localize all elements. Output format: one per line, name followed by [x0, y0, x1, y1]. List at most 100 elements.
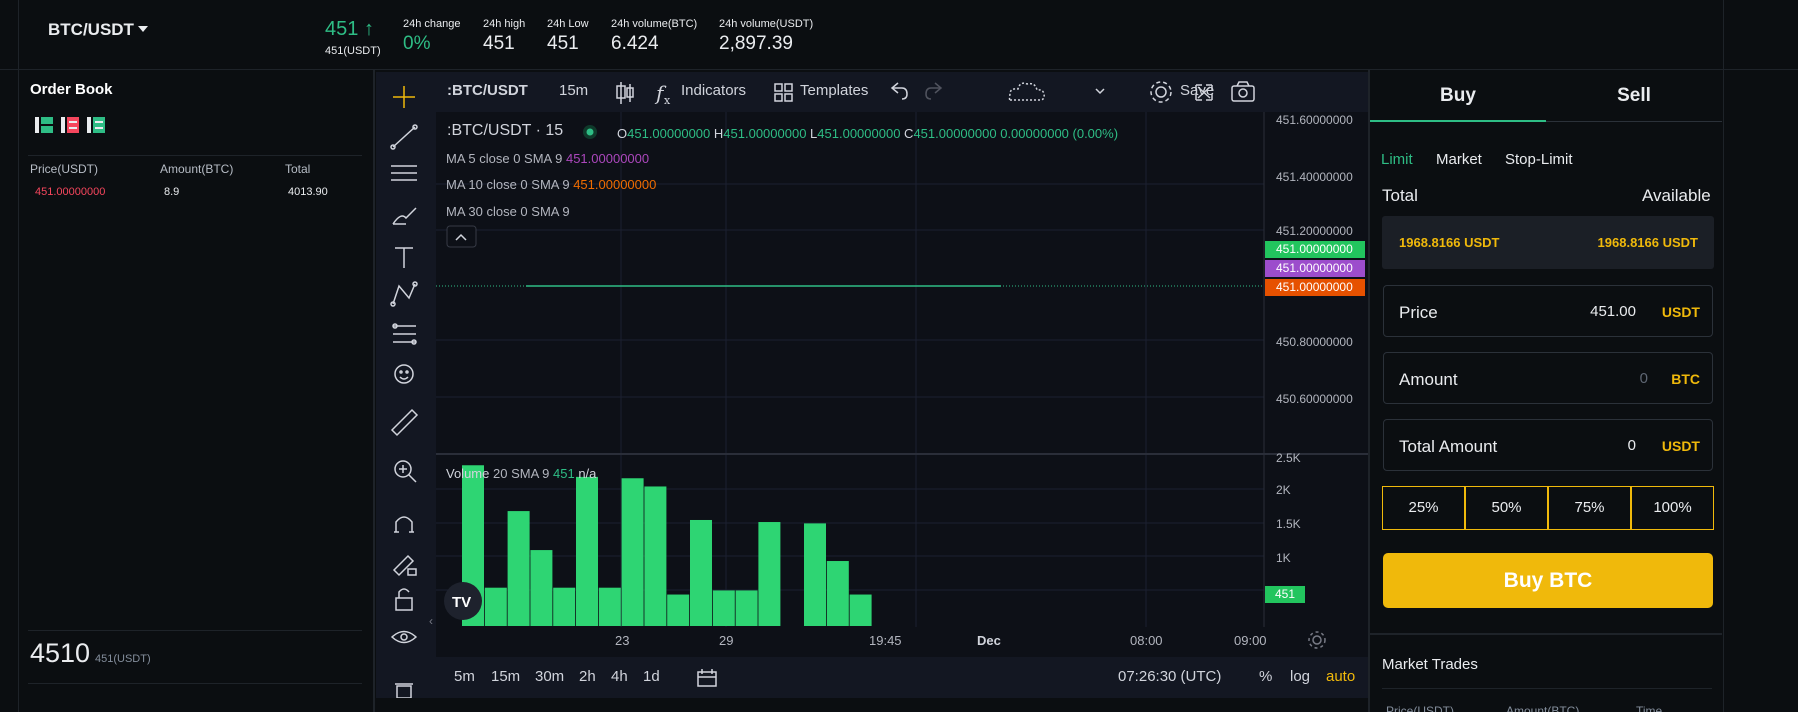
timeframe-4h[interactable]: 4h — [611, 668, 628, 685]
order-type-limit[interactable]: Limit — [1381, 151, 1413, 168]
volume-axis-label: 1K — [1276, 551, 1291, 565]
stat-label: 24h high — [483, 18, 526, 30]
buy-btc-button[interactable]: Buy BTC — [1383, 553, 1713, 608]
ohlc-high: 451.00000000 — [723, 126, 807, 141]
volume-bar — [758, 522, 781, 626]
last-price: 451 ↑ — [325, 18, 374, 41]
log-toggle[interactable]: log — [1290, 668, 1310, 685]
pair-label: BTC/USDT — [48, 20, 134, 39]
ohlc-close: 451.00000000 — [913, 126, 997, 141]
total-amount-input[interactable]: 0 — [1628, 437, 1636, 454]
price-axis-label: 450.60000000 — [1276, 392, 1353, 406]
time-axis-label: Dec — [977, 633, 1001, 648]
price-axis-bg[interactable] — [1264, 112, 1368, 627]
stat-value: 451 — [483, 33, 515, 54]
bottom-toolbar-bg — [436, 657, 1368, 698]
total-label: Total — [1382, 186, 1418, 205]
amount-unit: BTC — [1671, 371, 1700, 387]
timeframe-15m[interactable]: 15m — [491, 668, 520, 685]
chart-interval[interactable]: 15m — [559, 82, 588, 99]
ohlc-legend: O451.00000000 H451.00000000 L451.0000000… — [617, 126, 1119, 141]
market-trades-title: Market Trades — [1382, 656, 1478, 673]
ma-label: MA 10 close 0 SMA 9 — [446, 177, 570, 192]
order-type-stop-limit[interactable]: Stop-Limit — [1505, 151, 1573, 168]
balance-box: 1968.8166 USDT 1968.8166 USDT — [1382, 216, 1714, 269]
ohlc-open: 451.00000000 — [627, 126, 711, 141]
svg-text:x: x — [664, 94, 671, 107]
market-trades-col-time: Time — [1636, 704, 1663, 712]
pair-selector[interactable]: BTC/USDT — [48, 20, 148, 40]
percent-25-button[interactable]: 25% — [1382, 486, 1465, 530]
last-price-value: 451 — [325, 18, 359, 40]
last-price-sub: 451(USDT) — [325, 45, 381, 57]
orderbook-sell-icon[interactable] — [61, 115, 81, 135]
tab-buy[interactable]: Buy — [1370, 72, 1546, 122]
price-axis-label: 450.80000000 — [1276, 335, 1353, 349]
volume-legend: Volume 20 SMA 9 451 n/a — [446, 466, 596, 481]
time-axis-bg[interactable] — [436, 627, 1368, 657]
save-button[interactable]: Save — [1180, 82, 1214, 99]
price-tag-ma5: 451.00000000 — [1265, 260, 1365, 277]
volume-axis-label: 1.5K — [1276, 517, 1301, 531]
amount-field[interactable]: Amount 0 BTC — [1383, 352, 1713, 404]
orderbook-row-amount: 8.9 — [164, 186, 180, 198]
timeframe-2h[interactable]: 2h — [579, 668, 596, 685]
stat-24h-volume-btc: 24h volume(BTC) 6.424 — [611, 18, 697, 55]
utc-clock[interactable]: 07:26:30 (UTC) — [1118, 668, 1221, 685]
orderbook-col-price: Price(USDT) — [30, 162, 98, 176]
tradingview-logo-icon: TV — [444, 582, 482, 620]
price-label: Price — [1399, 303, 1438, 322]
amount-input[interactable]: 0 — [1640, 370, 1648, 387]
volume-bar — [576, 476, 598, 626]
right-frame-line — [1723, 0, 1724, 712]
orderbook-separator — [28, 155, 362, 156]
trade-panel-divider — [1368, 70, 1370, 712]
percent-75-button[interactable]: 75% — [1548, 486, 1631, 530]
ohlc-change: 0.00000000 (0.00%) — [1000, 126, 1119, 141]
percent-100-button[interactable]: 100% — [1631, 486, 1714, 530]
percent-toggle[interactable]: % — [1259, 668, 1272, 685]
price-tag-close: 451.00000000 — [1265, 241, 1365, 258]
orderbook-both-icon[interactable] — [35, 115, 55, 135]
timeframe-30m[interactable]: 30m — [535, 668, 564, 685]
price-axis-label: 451.20000000 — [1276, 224, 1353, 238]
price-field[interactable]: Price 451.00 USDT — [1383, 285, 1713, 337]
ma-value: 451.00000000 — [573, 177, 657, 192]
auto-toggle[interactable]: auto — [1326, 668, 1355, 685]
available-value: 1968.8166 USDT — [1597, 235, 1698, 250]
order-type-market[interactable]: Market — [1436, 151, 1482, 168]
market-trades-separator — [1370, 633, 1722, 635]
total-amount-unit: USDT — [1661, 438, 1700, 454]
available-label: Available — [1642, 186, 1711, 205]
stat-label: 24h Low — [547, 18, 589, 30]
orderbook-buy-icon[interactable] — [87, 115, 107, 135]
total-amount-label: Total Amount — [1399, 437, 1498, 456]
stat-label: 24h volume(BTC) — [611, 18, 698, 30]
indicators-button[interactable]: Indicators — [681, 82, 746, 99]
templates-button[interactable]: Templates — [800, 82, 868, 99]
stat-value: 451 — [547, 33, 579, 54]
orderbook-last-price-sub: 451(USDT) — [95, 653, 151, 665]
timeframe-1d[interactable]: 1d — [643, 668, 660, 685]
svg-text:TV: TV — [452, 594, 471, 611]
orderbook-row-price[interactable]: 451.00000000 — [35, 186, 105, 198]
percent-50-button[interactable]: 50% — [1465, 486, 1548, 530]
collapse-toolbar-icon[interactable]: ‹ — [429, 614, 433, 628]
ma30-legend: MA 30 close 0 SMA 9 — [446, 204, 570, 219]
total-value: 1968.8166 USDT — [1399, 235, 1500, 250]
volume-tag: 451 — [1265, 586, 1305, 603]
volume-bar — [690, 519, 712, 626]
legend-title: :BTC/USDT · 15 — [447, 122, 564, 139]
volume-bar — [735, 590, 758, 626]
stat-24h-low: 24h Low 451 — [547, 18, 589, 55]
price-input[interactable]: 451.00 — [1590, 303, 1636, 320]
volume-bar — [621, 478, 644, 626]
collapse-legend-button[interactable] — [446, 225, 477, 248]
volume-bar — [644, 486, 667, 626]
timeframe-5m[interactable]: 5m — [454, 668, 475, 685]
tab-sell[interactable]: Sell — [1546, 72, 1722, 122]
price-axis-label: 451.40000000 — [1276, 170, 1353, 184]
chart-symbol[interactable]: :BTC/USDT — [447, 82, 528, 99]
total-amount-field[interactable]: Total Amount 0 USDT — [1383, 419, 1713, 471]
orderbook-divider — [373, 70, 375, 712]
